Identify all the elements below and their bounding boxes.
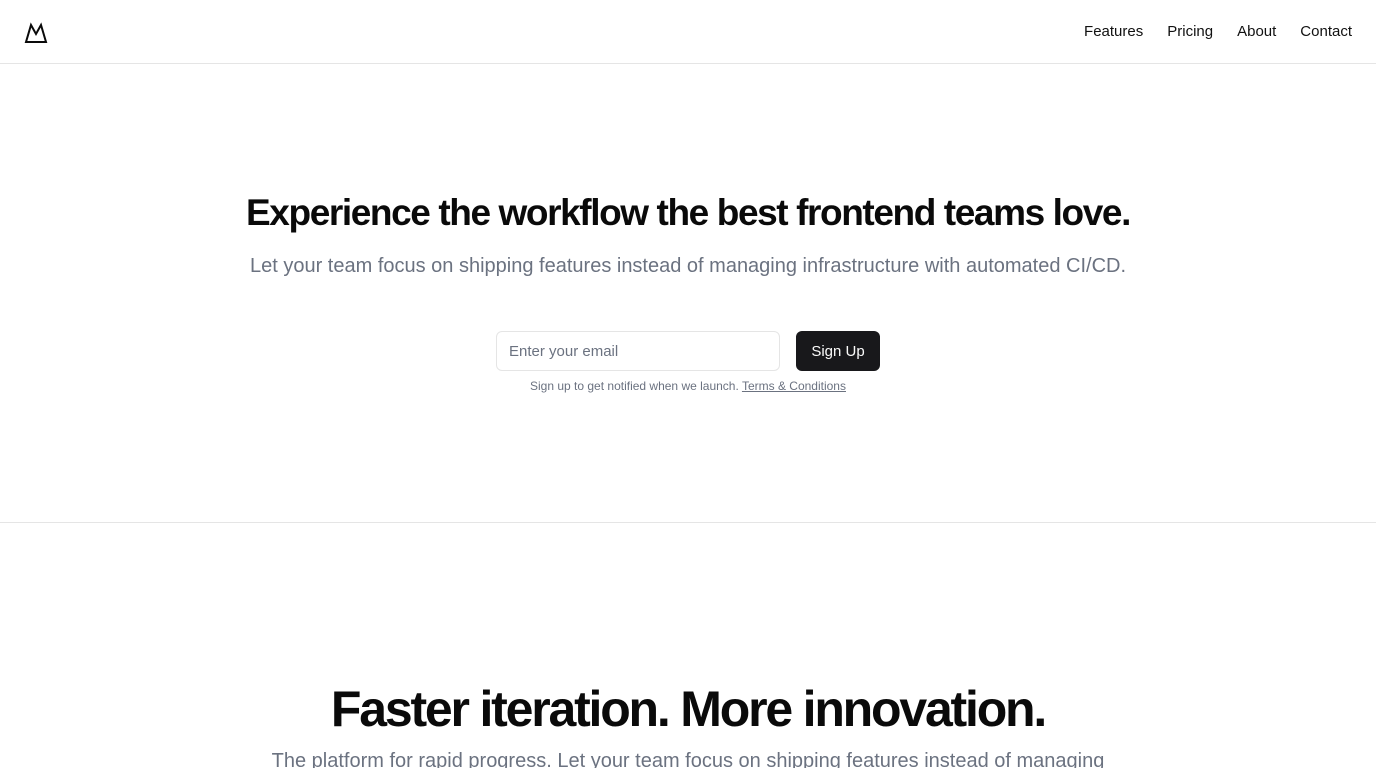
hero-subtitle: Let your team focus on shipping features… (249, 255, 1127, 277)
hero-section: Experience the workflow the best fronten… (0, 64, 1376, 523)
sign-up-button[interactable]: Sign Up (796, 331, 880, 371)
logo-link[interactable] (24, 21, 48, 45)
signup-note-text: Sign up to get notified when we launch. (530, 379, 739, 393)
terms-link[interactable]: Terms & Conditions (742, 379, 846, 393)
nav-link-pricing[interactable]: Pricing (1167, 23, 1213, 40)
features-title: Faster iteration. More innovation. (330, 681, 1047, 737)
landing-page: Features Pricing About Contact Experienc… (0, 0, 1376, 768)
signup-form: Sign Up (496, 331, 880, 371)
features-section: Faster iteration. More innovation. The p… (0, 524, 1376, 768)
hero-title: Experience the workflow the best fronten… (246, 192, 1131, 233)
nav-link-features[interactable]: Features (1084, 23, 1143, 40)
nav-link-about[interactable]: About (1237, 23, 1276, 40)
features-subtitle: The platform for rapid progress. Let you… (271, 750, 1105, 768)
mountain-icon (24, 21, 48, 43)
signup-note: Sign up to get notified when we launch. … (0, 379, 1376, 393)
main-nav: Features Pricing About Contact (1084, 23, 1352, 40)
email-input[interactable] (496, 331, 780, 371)
nav-link-contact[interactable]: Contact (1300, 23, 1352, 40)
site-header: Features Pricing About Contact (0, 0, 1376, 64)
